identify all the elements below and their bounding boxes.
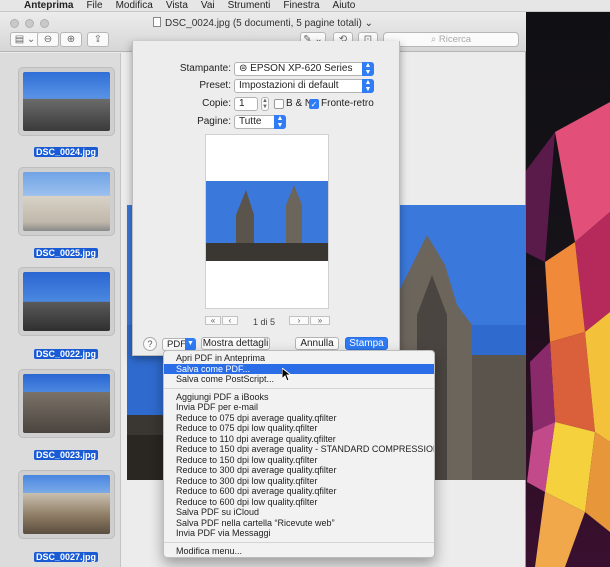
search-icon: ⌕	[430, 34, 437, 45]
window-title: DSC_0024.jpg (5 documenti, 5 pagine tota…	[165, 18, 362, 29]
thumbnail-dsc-0022[interactable]	[18, 267, 115, 336]
previous-page-button[interactable]: ‹	[222, 316, 238, 325]
printer-icon: ⊜	[239, 63, 248, 74]
thumbnail-image	[23, 374, 110, 433]
menu-item-filter[interactable]: Reduce to 110 dpi average quality.qfilte…	[164, 434, 434, 445]
menu-item-filter[interactable]: Reduce to 075 dpi average quality.qfilte…	[164, 413, 434, 424]
desktop-wallpaper	[525, 12, 610, 567]
duplex-label: Fronte-retro	[321, 98, 374, 109]
printer-value: EPSON XP-620 Series	[250, 63, 353, 74]
bw-checkbox[interactable]	[274, 99, 284, 109]
menu-view[interactable]: Vista	[166, 0, 188, 11]
zoom-in-icon[interactable]: ⊕	[60, 32, 82, 47]
print-button[interactable]: Stampa	[345, 337, 388, 350]
document-icon	[153, 17, 162, 27]
preset-label: Preset:	[199, 80, 231, 91]
menu-item-send-via-messages[interactable]: Invia PDF via Messaggi	[164, 528, 434, 539]
menu-bar: Anteprima File Modifica Vista Vai Strume…	[0, 0, 610, 12]
thumbnail-sidebar: DSC_0024.jpg DSC_0025.jpg DSC_0022.jpg D…	[0, 53, 121, 567]
menu-separator	[164, 541, 434, 543]
help-button[interactable]: ?	[143, 337, 157, 351]
printer-select[interactable]: ⊜ EPSON XP-620 Series ▲ ▼	[234, 62, 374, 76]
thumbnail-image	[23, 72, 110, 131]
menu-item-filter[interactable]: Reduce to 300 dpi average quality.qfilte…	[164, 465, 434, 476]
menu-help[interactable]: Aiuto	[333, 0, 356, 11]
thumbnail-dsc-0023[interactable]	[18, 369, 115, 438]
menu-edit[interactable]: Modifica	[116, 0, 153, 11]
menu-window[interactable]: Finestra	[283, 0, 319, 11]
copies-value: 1	[239, 98, 245, 109]
pages-value: Tutte	[239, 116, 262, 127]
preset-select[interactable]: Impostazioni di default ▲ ▼	[234, 79, 374, 93]
menu-item-filter[interactable]: Reduce to 075 dpi low quality.qfilter	[164, 423, 434, 434]
mouse-cursor-icon	[282, 368, 292, 382]
thumbnail-label: DSC_0022.jpg	[33, 349, 99, 359]
thumbnail-dsc-0027[interactable]	[18, 470, 115, 539]
next-page-button[interactable]: ›	[289, 316, 309, 325]
duplex-checkbox[interactable]: ✓	[309, 99, 319, 109]
menu-item-save-to-web-receipts[interactable]: Salva PDF nella cartella “Ricevute web”	[164, 518, 434, 529]
thumbnail-label: DSC_0023.jpg	[33, 450, 99, 460]
menu-separator	[164, 387, 434, 389]
menu-item-add-to-ibooks[interactable]: Aggiungi PDF a iBooks	[164, 392, 434, 403]
thumbnail-label: DSC_0027.jpg	[33, 552, 99, 562]
menu-item-email-pdf[interactable]: Invia PDF per e-mail	[164, 402, 434, 413]
thumbnail-image	[23, 272, 110, 331]
pages-label: Pagine:	[197, 116, 231, 127]
search-input[interactable]: ⌕ Ricerca	[383, 32, 519, 47]
menu-item-edit-menu[interactable]: Modifica menu...	[164, 546, 434, 557]
first-page-button[interactable]: «	[205, 316, 221, 325]
menu-item-open-pdf-in-preview[interactable]: Apri PDF in Anteprima	[164, 353, 434, 364]
menu-item-filter[interactable]: Reduce to 150 dpi average quality - STAN…	[164, 444, 434, 455]
printer-label: Stampante:	[179, 63, 231, 74]
share-icon[interactable]: ⇪	[87, 32, 109, 47]
menu-item-filter[interactable]: Reduce to 600 dpi low quality.qfilter	[164, 497, 434, 508]
menu-file[interactable]: File	[86, 0, 102, 11]
page-indicator: 1 di 5	[253, 317, 276, 327]
menu-item-filter[interactable]: Reduce to 300 dpi low quality.qfilter	[164, 476, 434, 487]
thumbnail-label: DSC_0025.jpg	[33, 248, 99, 258]
popup-arrows-icon: ▲ ▼	[362, 79, 374, 93]
thumbnail-label: DSC_0024.jpg	[33, 147, 99, 157]
chevron-down-icon[interactable]: ⌄	[365, 18, 373, 29]
zoom-out-icon[interactable]: ⊖	[37, 32, 59, 47]
thumbnail-image	[23, 475, 110, 534]
cancel-button[interactable]: Annulla	[295, 337, 339, 350]
pdf-dropdown-menu: Apri PDF in Anteprima Salva come PDF... …	[163, 350, 435, 558]
copies-label: Copie:	[202, 98, 231, 109]
menu-item-save-to-icloud[interactable]: Salva PDF su iCloud	[164, 507, 434, 518]
menu-go[interactable]: Vai	[201, 0, 215, 11]
pages-select[interactable]: Tutte ▲ ▼	[234, 115, 286, 129]
menu-item-save-as-pdf[interactable]: Salva come PDF...	[164, 363, 434, 374]
menu-app-name[interactable]: Anteprima	[24, 0, 73, 11]
menu-item-filter[interactable]: Reduce to 150 dpi low quality.qfilter	[164, 455, 434, 466]
window-title-bar-text: DSC_0024.jpg (5 documenti, 5 pagine tota…	[0, 17, 526, 29]
popup-arrows-icon: ▲ ▼	[362, 62, 374, 76]
print-preview-image	[206, 181, 328, 261]
preset-value: Impostazioni di default	[239, 80, 339, 91]
show-details-button[interactable]: Mostra dettagli	[201, 337, 270, 350]
search-placeholder: Ricerca	[438, 34, 472, 45]
menu-item-save-as-postscript[interactable]: Salva come PostScript...	[164, 374, 434, 385]
copies-input[interactable]: 1	[234, 97, 258, 111]
thumbnail-image	[23, 172, 110, 231]
thumbnail-dsc-0024[interactable]	[18, 67, 115, 136]
print-dialog-sheet: Stampante: ⊜ EPSON XP-620 Series ▲ ▼ Pres…	[132, 41, 400, 356]
sidebar-toggle-button[interactable]: ▤ ⌄	[10, 32, 40, 47]
thumbnail-dsc-0025[interactable]	[18, 167, 115, 236]
menu-tools[interactable]: Strumenti	[228, 0, 271, 11]
menu-item-filter[interactable]: Reduce to 600 dpi average quality.qfilte…	[164, 486, 434, 497]
popup-arrows-icon: ▲ ▼	[274, 115, 286, 129]
pdf-button-label: PDF	[167, 339, 186, 350]
last-page-button[interactable]: »	[310, 316, 330, 325]
print-preview-page	[205, 134, 329, 309]
copies-stepper[interactable]: ▲ ▼	[261, 97, 269, 111]
